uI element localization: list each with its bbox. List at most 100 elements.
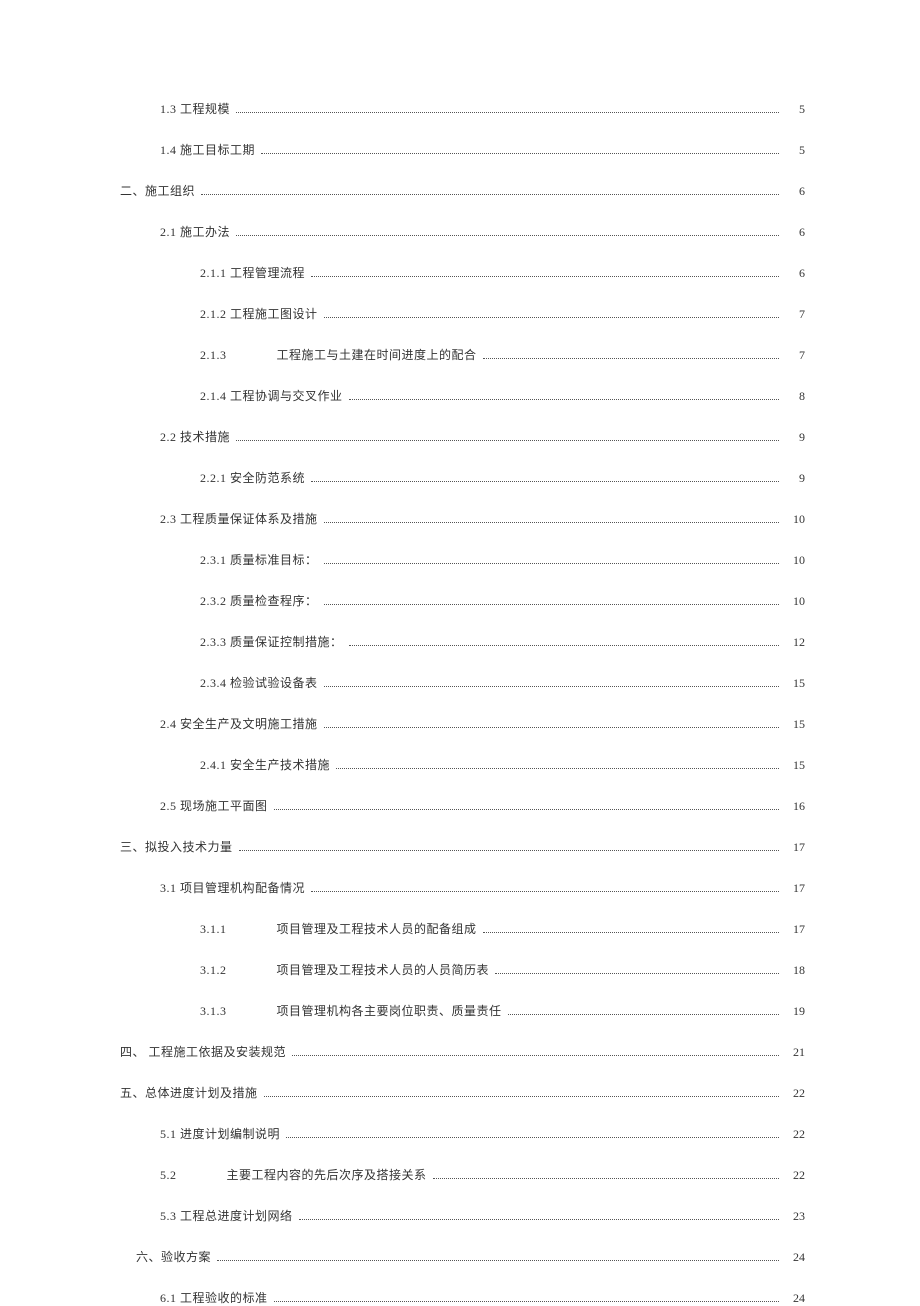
toc-leader-dots — [324, 317, 779, 318]
toc-leader-dots — [433, 1178, 779, 1179]
toc-entry: 六、验收方案 24 — [136, 1248, 805, 1265]
toc-number: 3.1.2 — [200, 963, 227, 978]
toc-page-number: 16 — [785, 799, 805, 814]
toc-title: 2.1 施工办法 — [160, 223, 230, 240]
toc-page-number: 12 — [785, 635, 805, 650]
toc-entry: 5.2 主要工程内容的先后次序及搭接关系 22 — [160, 1166, 805, 1183]
toc-entry: 3.1.1项目管理及工程技术人员的配备组成17 — [200, 920, 805, 937]
toc-leader-dots — [201, 194, 779, 195]
toc-leader-dots — [483, 358, 779, 359]
toc-leader-dots — [324, 686, 779, 687]
toc-title: 主要工程内容的先后次序及搭接关系 — [227, 1166, 427, 1183]
toc-page-number: 5 — [785, 102, 805, 117]
toc-entry: 3.1 项目管理机构配备情况17 — [160, 879, 805, 896]
toc-leader-dots — [239, 850, 779, 851]
toc-entry: 2.5 现场施工平面图 16 — [160, 797, 805, 814]
toc-title: 2.3 工程质量保证体系及措施 — [160, 510, 318, 527]
toc-leader-dots — [286, 1137, 779, 1138]
toc-number: 5.2 — [160, 1168, 177, 1183]
toc-title: 2.2.1 安全防范系统 — [200, 469, 305, 486]
toc-page-number: 8 — [785, 389, 805, 404]
toc-entry: 2.3.4 检验试验设备表15 — [200, 674, 805, 691]
toc-title: 六、验收方案 — [136, 1248, 211, 1265]
toc-title: 5.3 工程总进度计划网络 — [160, 1207, 293, 1224]
toc-leader-dots — [311, 481, 779, 482]
toc-entry: 5.1 进度计划编制说明 22 — [160, 1125, 805, 1142]
toc-entry: 2.1.2 工程施工图设计7 — [200, 305, 805, 322]
toc-leader-dots — [324, 563, 779, 564]
toc-entry: 2.1.1 工程管理流程6 — [200, 264, 805, 281]
toc-leader-dots — [349, 399, 779, 400]
toc-title: 6.1 工程验收的标准 — [160, 1289, 268, 1306]
toc-leader-dots — [349, 645, 779, 646]
toc-title: 2.3.2 质量检查程序： — [200, 592, 318, 609]
toc-entry: 三、拟投入技术力量17 — [120, 838, 805, 855]
toc-title: 二、施工组织 — [120, 182, 195, 199]
toc-entry: 2.3 工程质量保证体系及措施 10 — [160, 510, 805, 527]
toc-title: 2.4 安全生产及文明施工措施 — [160, 715, 318, 732]
toc-entry: 2.2 技术措施9 — [160, 428, 805, 445]
toc-title: 项目管理及工程技术人员的人员简历表 — [277, 961, 490, 978]
toc-page-number: 21 — [785, 1045, 805, 1060]
toc-leader-dots — [311, 276, 779, 277]
toc-page-number: 23 — [785, 1209, 805, 1224]
toc-page-number: 15 — [785, 676, 805, 691]
toc-number: 3.1.3 — [200, 1004, 227, 1019]
toc-entry: 2.3.3 质量保证控制措施： 12 — [200, 633, 805, 650]
toc-page-number: 17 — [785, 922, 805, 937]
toc-title: 四、 工程施工依据及安装规范 — [120, 1043, 286, 1060]
toc-title: 1.4 施工目标工期 — [160, 141, 255, 158]
toc-leader-dots — [261, 153, 779, 154]
toc-page-number: 22 — [785, 1086, 805, 1101]
toc-page-number: 7 — [785, 307, 805, 322]
toc-title: 5.1 进度计划编制说明 — [160, 1125, 280, 1142]
toc-leader-dots — [311, 891, 779, 892]
toc-leader-dots — [336, 768, 779, 769]
toc-entry: 2.3.2 质量检查程序：10 — [200, 592, 805, 609]
toc-page-number: 24 — [785, 1250, 805, 1265]
toc-entry: 2.1.3 工程施工与土建在时间进度上的配合 7 — [200, 346, 805, 363]
toc-leader-dots — [236, 440, 779, 441]
toc-page-number: 10 — [785, 512, 805, 527]
toc-leader-dots — [274, 1301, 779, 1302]
toc-title: 2.3.3 质量保证控制措施： — [200, 633, 343, 650]
toc-page-number: 22 — [785, 1168, 805, 1183]
toc-page-number: 6 — [785, 184, 805, 199]
toc-leader-dots — [217, 1260, 779, 1261]
toc-entry: 5.3 工程总进度计划网络 23 — [160, 1207, 805, 1224]
toc-page-number: 18 — [785, 963, 805, 978]
toc-title: 项目管理及工程技术人员的配备组成 — [277, 920, 477, 937]
toc-entry: 3.1.2 项目管理及工程技术人员的人员简历表 18 — [200, 961, 805, 978]
toc-entry: 2.4 安全生产及文明施工措施 15 — [160, 715, 805, 732]
toc-page-number: 9 — [785, 471, 805, 486]
toc-title: 1.3 工程规模 — [160, 100, 230, 117]
toc-entry: 五、总体进度计划及措施 22 — [120, 1084, 805, 1101]
toc-leader-dots — [324, 604, 779, 605]
toc-entry: 6.1 工程验收的标准24 — [160, 1289, 805, 1306]
toc-title: 2.2 技术措施 — [160, 428, 230, 445]
toc-entry: 二、施工组织 6 — [120, 182, 805, 199]
toc-title: 五、总体进度计划及措施 — [120, 1084, 258, 1101]
toc-page-number: 7 — [785, 348, 805, 363]
toc-leader-dots — [483, 932, 779, 933]
toc-leader-dots — [324, 522, 779, 523]
toc-page-number: 19 — [785, 1004, 805, 1019]
toc-entry: 3.1.3项目管理机构各主要岗位职责、质量责任19 — [200, 1002, 805, 1019]
toc-entry: 2.2.1 安全防范系统 9 — [200, 469, 805, 486]
toc-page-number: 22 — [785, 1127, 805, 1142]
toc-leader-dots — [324, 727, 779, 728]
toc-title: 2.1.1 工程管理流程 — [200, 264, 305, 281]
toc-entry: 四、 工程施工依据及安装规范 21 — [120, 1043, 805, 1060]
toc-title: 2.1.4 工程协调与交叉作业 — [200, 387, 343, 404]
toc-title: 3.1 项目管理机构配备情况 — [160, 879, 305, 896]
toc-entry: 1.3 工程规模 5 — [160, 100, 805, 117]
toc-entry: 1.4 施工目标工期5 — [160, 141, 805, 158]
toc-page-number: 15 — [785, 717, 805, 732]
toc-leader-dots — [495, 973, 779, 974]
toc-number: 2.1.3 — [200, 348, 227, 363]
toc-leader-dots — [236, 112, 779, 113]
toc-title: 2.5 现场施工平面图 — [160, 797, 268, 814]
toc-page-number: 17 — [785, 840, 805, 855]
toc-title: 工程施工与土建在时间进度上的配合 — [277, 346, 477, 363]
toc-entry: 2.4.1 安全生产技术措施15 — [200, 756, 805, 773]
